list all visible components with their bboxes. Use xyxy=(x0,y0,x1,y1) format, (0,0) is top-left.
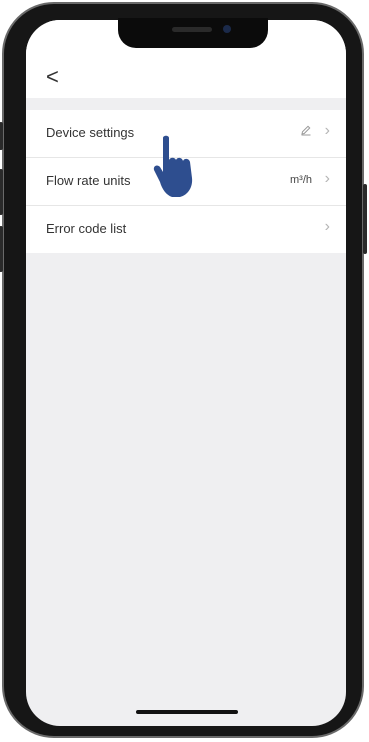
settings-item-label: Device settings xyxy=(46,125,135,140)
chevron-right-icon: › xyxy=(324,218,330,235)
settings-item-label: Error code list xyxy=(46,221,127,236)
volume-down-button xyxy=(0,226,3,272)
app-screen: < Device settings › Flow rate units m³/h… xyxy=(26,20,346,726)
notch xyxy=(118,18,268,48)
settings-item-error-code-list[interactable]: Error code list › xyxy=(26,206,346,253)
home-indicator[interactable] xyxy=(136,710,238,714)
volume-up-button xyxy=(0,169,3,215)
power-button xyxy=(363,184,367,254)
pointing-hand-icon xyxy=(153,135,193,197)
flow-rate-unit-value: m³/h xyxy=(290,174,312,186)
edit-icon xyxy=(301,125,311,136)
front-camera xyxy=(223,25,231,33)
mute-switch xyxy=(0,122,3,150)
chevron-right-icon: › xyxy=(324,170,330,187)
settings-item-label: Flow rate units xyxy=(46,173,131,188)
speaker-grille xyxy=(172,27,212,32)
chevron-left-icon[interactable]: < xyxy=(46,66,59,88)
chevron-right-icon: › xyxy=(324,122,330,139)
